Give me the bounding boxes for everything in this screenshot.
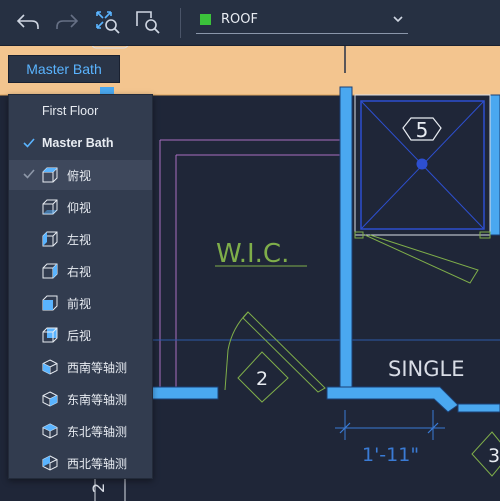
back-view-icon <box>42 327 58 343</box>
menu-item-right-view[interactable]: 右视 <box>9 256 152 286</box>
menu-item-label: 西北等轴测 <box>67 457 128 471</box>
menu-item-label: 前视 <box>67 297 92 311</box>
checkmark-icon <box>23 138 35 148</box>
menu-item-ne-iso[interactable]: 东北等轴测 <box>9 416 152 446</box>
redo-icon <box>56 14 79 29</box>
wall-right <box>326 386 459 413</box>
se-iso-icon <box>42 391 58 407</box>
menu-item-back-view[interactable]: 后视 <box>9 320 152 350</box>
zoom-window-icon <box>136 11 160 34</box>
menu-item-se-iso[interactable]: 东南等轴测 <box>9 384 152 414</box>
top-view-icon <box>42 167 58 183</box>
menu-item-label: Master Bath <box>42 136 114 150</box>
current-view-chip[interactable]: Master Bath <box>8 55 120 83</box>
tag-2-label: 2 <box>256 368 268 390</box>
redo-button[interactable] <box>52 7 82 37</box>
undo-button[interactable] <box>13 7 43 37</box>
checkmark-icon <box>23 169 35 179</box>
menu-item-label: 仰视 <box>67 201 92 215</box>
layer-name: ROOF <box>221 12 258 27</box>
menu-item-label: 左视 <box>67 233 92 247</box>
layer-color-swatch <box>200 14 211 25</box>
menu-item-first-floor[interactable]: First Floor <box>9 97 152 127</box>
menu-item-top-view[interactable]: 俯视 <box>9 160 152 190</box>
bottom-view-icon <box>42 199 58 215</box>
side-number-label: 2 <box>89 483 108 493</box>
menu-item-label: 东北等轴测 <box>67 425 128 439</box>
menu-item-front-view[interactable]: 前视 <box>9 288 152 318</box>
menu-item-label: 后视 <box>67 329 92 343</box>
wall-vertical <box>339 86 353 390</box>
menu-item-label: 右视 <box>67 265 92 279</box>
front-view-icon <box>42 295 58 311</box>
nw-iso-icon <box>42 455 58 471</box>
menu-item-label: 东南等轴测 <box>67 393 128 407</box>
menu-item-sw-iso[interactable]: 西南等轴测 <box>9 352 152 382</box>
menu-item-label: 俯视 <box>67 169 92 183</box>
menu-item-master-bath[interactable]: Master Bath <box>9 129 152 159</box>
sw-iso-icon <box>42 359 58 375</box>
zoom-window-button[interactable] <box>133 7 163 37</box>
layer-dropdown[interactable]: ROOF <box>196 8 408 34</box>
zoom-extents-icon <box>96 11 120 34</box>
menu-item-nw-iso[interactable]: 西北等轴测 <box>9 448 152 478</box>
left-view-icon <box>42 231 58 247</box>
menu-item-label: 西南等轴测 <box>67 361 128 375</box>
toolbar-separator <box>180 8 181 38</box>
dimension-label: 1'-11" <box>362 444 419 466</box>
zoom-extents-button[interactable] <box>93 7 123 37</box>
view-menu: First Floor Master Bath 俯视 仰视 左视 右视 前视 后… <box>8 94 153 479</box>
menu-item-label: First Floor <box>42 104 99 118</box>
right-view-icon <box>42 263 58 279</box>
tag-5-label: 5 <box>416 118 429 142</box>
wall-left <box>151 386 219 400</box>
toolbar: ROOF <box>0 0 500 46</box>
menu-item-bottom-view[interactable]: 仰视 <box>9 192 152 222</box>
single-label: SINGLE <box>388 357 464 381</box>
tag-3-label: 3 <box>488 445 500 467</box>
room-label-wic: W.I.C. <box>216 239 289 269</box>
menu-item-left-view[interactable]: 左视 <box>9 224 152 254</box>
undo-icon <box>16 14 39 29</box>
ne-iso-icon <box>42 423 58 439</box>
chevron-down-icon <box>393 16 403 23</box>
